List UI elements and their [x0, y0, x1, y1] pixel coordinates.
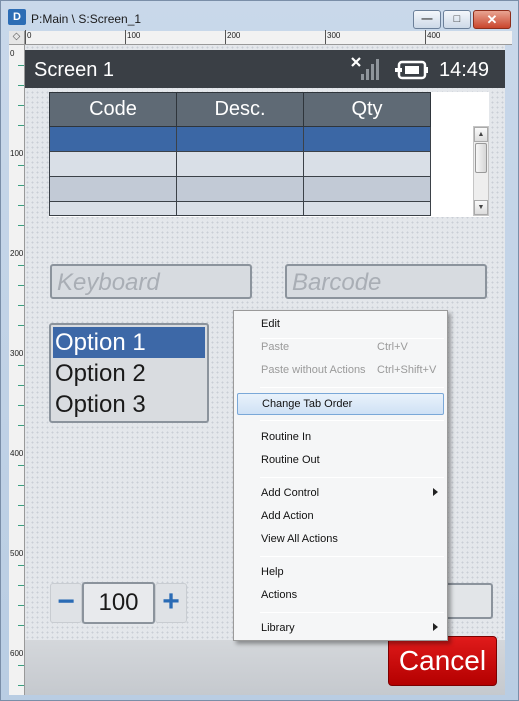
minimize-icon: — [421, 13, 433, 25]
ruler-left: 0 100 200 300 400 500 600 [9, 45, 25, 695]
submenu-arrow-icon [433, 488, 438, 496]
grid-column-code[interactable]: Code [49, 92, 177, 127]
ruler-left-label: 300 [10, 349, 24, 358]
keyboard-input[interactable]: Keyboard [50, 264, 252, 299]
menu-item-paste[interactable]: Paste Ctrl+V [237, 337, 444, 359]
ruler-left-label: 100 [10, 149, 24, 158]
option-listbox[interactable]: Option 1 Option 2 Option 3 [49, 323, 209, 423]
list-item[interactable]: Option 2 [53, 358, 205, 389]
menu-item-help[interactable]: Help [237, 562, 444, 584]
grid-column-desc[interactable]: Desc. [176, 92, 304, 127]
cancel-button[interactable]: Cancel [388, 636, 497, 686]
ruler-top-label: 100 [127, 31, 141, 40]
designer-window: D P:Main \ S:Screen_1 — □ ✕ 0 100 200 30… [0, 0, 519, 701]
scroll-down-icon[interactable]: ▼ [474, 200, 488, 215]
ruler-top-label: 200 [227, 31, 241, 40]
quantity-stepper[interactable]: 100 [82, 582, 155, 624]
hidden-control[interactable] [445, 583, 493, 619]
ruler-top: 0 100 200 300 400 [9, 30, 512, 45]
menu-item-actions[interactable]: Actions [237, 585, 444, 607]
battery-charging-icon [395, 60, 428, 80]
no-signal-icon [351, 57, 379, 80]
table-row[interactable] [49, 176, 431, 202]
scroll-up-icon[interactable]: ▲ [474, 127, 488, 142]
title-bar[interactable]: D P:Main \ S:Screen_1 — □ ✕ [1, 1, 518, 31]
menu-item-routine-out[interactable]: Routine Out [237, 450, 444, 472]
scroll-thumb[interactable] [475, 143, 487, 173]
barcode-input[interactable]: Barcode [285, 264, 487, 299]
status-clock: 14:49 [439, 59, 490, 81]
menu-item-add-control[interactable]: Add Control [237, 483, 444, 505]
table-row[interactable] [49, 151, 431, 177]
menu-item-view-all-actions[interactable]: View All Actions [237, 529, 444, 551]
stepper-decrement-button[interactable]: − [50, 583, 82, 623]
close-icon: ✕ [486, 12, 498, 27]
ruler-left-label: 400 [10, 449, 24, 458]
maximize-icon: □ [453, 13, 461, 25]
app-icon: D [8, 9, 26, 25]
grid-column-qty[interactable]: Qty [303, 92, 431, 127]
ruler-top-label: 0 [27, 31, 32, 40]
list-item[interactable]: Option 1 [53, 327, 205, 358]
ruler-left-label: 0 [10, 49, 15, 58]
window-title: P:Main \ S:Screen_1 [31, 12, 142, 26]
menu-item-add-action[interactable]: Add Action [237, 506, 444, 528]
maximize-button[interactable]: □ [443, 10, 471, 29]
minimize-button[interactable]: — [413, 10, 441, 29]
table-row[interactable] [49, 126, 431, 152]
stepper-increment-button[interactable]: + [155, 583, 187, 623]
list-item[interactable]: Option 3 [53, 389, 205, 420]
menu-item-change-tab-order[interactable]: Change Tab Order [237, 393, 444, 415]
submenu-arrow-icon [433, 623, 438, 631]
data-grid[interactable]: Code Desc. Qty ▲ ▼ [49, 92, 489, 217]
menu-item-edit[interactable]: Edit [237, 314, 444, 336]
ruler-origin-icon[interactable]: ◇ [9, 31, 25, 45]
grid-scrollbar[interactable]: ▲ ▼ [473, 126, 489, 216]
menu-item-routine-in[interactable]: Routine In [237, 427, 444, 449]
menu-item-library[interactable]: Library [237, 618, 444, 640]
menu-item-paste-without-actions[interactable]: Paste without Actions Ctrl+Shift+V [237, 360, 444, 382]
close-button[interactable]: ✕ [473, 10, 511, 29]
screen-title: Screen 1 [34, 59, 115, 81]
table-row[interactable] [49, 201, 431, 216]
context-menu: Edit Paste Ctrl+V Paste without Actions … [233, 310, 448, 641]
ruler-left-label: 200 [10, 249, 24, 258]
ruler-left-label: 500 [10, 549, 24, 558]
ruler-top-label: 300 [327, 31, 341, 40]
device-header: Screen 1 14:49 [25, 50, 505, 88]
ruler-left-label: 600 [10, 649, 24, 658]
ruler-top-label: 400 [427, 31, 441, 40]
